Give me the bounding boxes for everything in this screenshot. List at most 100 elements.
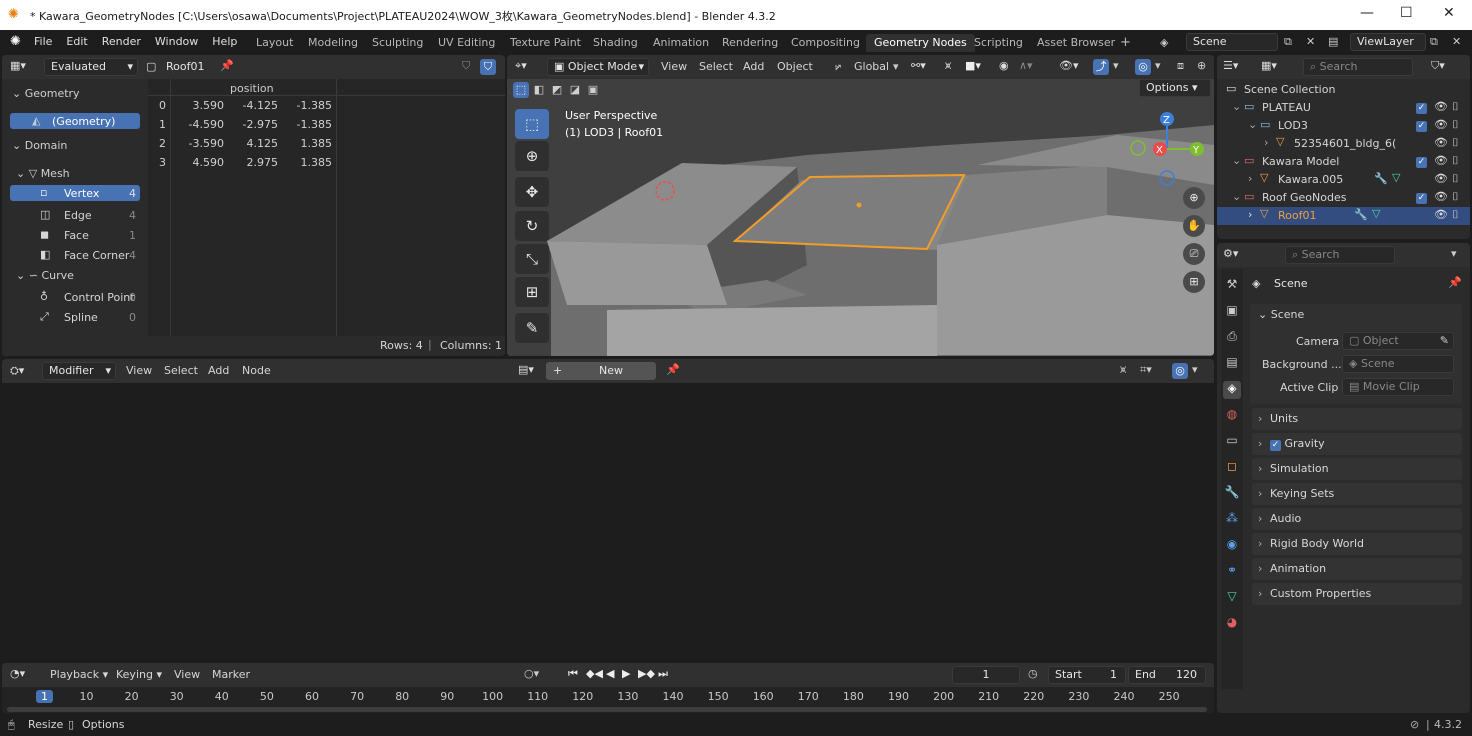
select-invert-icon[interactable]: ◪ — [567, 82, 583, 98]
domain-face[interactable]: ◼ Face 1 — [10, 227, 140, 243]
close-window-button[interactable]: ✕ — [1443, 5, 1455, 21]
outliner-item[interactable]: ⌄ ▭ Roof GeoNodes ✓ 👁 ⌷ — [1222, 189, 1470, 207]
constraints-tab-icon[interactable]: ⚭ — [1223, 563, 1241, 581]
eye-icon[interactable]: 👁 — [1434, 155, 1448, 167]
exclude-checkbox[interactable]: ✓ — [1416, 119, 1428, 132]
menu-help[interactable]: Help — [212, 35, 237, 48]
playback-menu[interactable]: Playback ▾ — [50, 668, 108, 681]
camera-icon[interactable]: ⌷ — [1452, 119, 1464, 131]
auto-keying-icon[interactable]: ○▾ — [524, 667, 539, 680]
menu-file[interactable]: File — [34, 35, 52, 48]
node-menu-node[interactable]: Node — [242, 364, 271, 377]
viewport-menu-view[interactable]: View — [661, 60, 687, 73]
world-tab-icon[interactable]: ◍ — [1223, 407, 1241, 425]
properties-options-icon[interactable]: ▾ — [1451, 247, 1457, 260]
viewport-menu-add[interactable]: Add — [743, 60, 764, 73]
node-snap-dropdown-icon[interactable]: ⌗▾ — [1140, 363, 1152, 377]
view-layer-icon[interactable]: ▤ — [1328, 35, 1338, 48]
domain-spline[interactable]: ⤢ Spline 0 — [10, 309, 140, 325]
outliner-filter-icon[interactable]: ⛉▾ — [1431, 59, 1445, 73]
timeline-menu-marker[interactable]: Marker — [212, 668, 250, 681]
node-group-browse-icon[interactable]: ▤▾ — [518, 363, 534, 376]
exclude-checkbox[interactable]: ✓ — [1416, 101, 1428, 114]
outliner-item[interactable]: › ▽ Kawara.005 🔧 ▽ 👁 ⌷ — [1222, 171, 1470, 189]
node-pin-icon[interactable]: 📌 — [666, 363, 680, 376]
camera-icon[interactable]: ⌷ — [1452, 209, 1464, 221]
outliner-search-input[interactable]: ⌕ Search — [1303, 58, 1413, 76]
tab-sculpting[interactable]: Sculpting — [364, 34, 431, 52]
camera-icon[interactable]: ⌷ — [1452, 155, 1464, 167]
tab-texture-paint[interactable]: Texture Paint — [502, 34, 589, 52]
zoom-icon[interactable]: ⊕ — [1183, 187, 1205, 209]
geometry-section[interactable]: ⌄ Geometry — [12, 87, 80, 100]
tool-tab-icon[interactable]: ⚒ — [1223, 277, 1241, 295]
tab-rendering[interactable]: Rendering — [714, 34, 786, 52]
properties-pin-icon[interactable]: 📌 — [1448, 276, 1462, 289]
outliner-scene-collection[interactable]: ▭ Scene Collection — [1222, 81, 1470, 99]
transform-tool[interactable]: ⊞ — [515, 277, 549, 307]
curve-group[interactable]: ⌄ ∽ Curve — [16, 269, 74, 282]
node-menu-select[interactable]: Select — [164, 364, 198, 377]
add-workspace-icon[interactable]: + — [1120, 35, 1131, 50]
eye-icon[interactable]: 👁 — [1434, 191, 1448, 203]
proportional-falloff-icon[interactable]: ∧▾ — [1019, 59, 1033, 72]
overlay-toggle-icon[interactable]: ◎ — [1135, 59, 1151, 75]
exclude-checkbox[interactable]: ✓ — [1416, 191, 1428, 204]
select-extend-icon[interactable]: ◧ — [531, 82, 547, 98]
tab-uv-editing[interactable]: UV Editing — [430, 34, 503, 52]
background-scene-field[interactable]: ◈ Scene — [1342, 355, 1454, 373]
node-menu-add[interactable]: Add — [208, 364, 229, 377]
gizmo-toggle-icon[interactable]: ⤴ — [1093, 59, 1109, 75]
rigid-body-world-panel[interactable]: › Rigid Body World — [1252, 533, 1462, 555]
snap-element-icon[interactable]: ■▾ — [965, 59, 981, 72]
collection-tab-icon[interactable]: ▭ — [1223, 433, 1241, 451]
preview-range-icon[interactable]: ◷ — [1028, 667, 1038, 680]
menu-edit[interactable]: Edit — [66, 35, 87, 48]
scene-tab-icon[interactable]: ◈ — [1223, 381, 1241, 399]
select-new-icon[interactable]: ⬚ — [513, 82, 529, 98]
audio-panel[interactable]: › Audio — [1252, 508, 1462, 530]
options-dropdown[interactable]: Options ▾ — [1139, 79, 1211, 97]
navigation-gizmo[interactable]: Z Y X — [1127, 109, 1207, 189]
end-frame-field[interactable]: End 120 — [1128, 666, 1206, 684]
tab-layout[interactable]: Layout — [248, 34, 301, 52]
node-menu-view[interactable]: View — [126, 364, 152, 377]
scene-panel-header[interactable]: ⌄ Scene — [1258, 308, 1304, 321]
particles-tab-icon[interactable]: ⁂ — [1223, 511, 1241, 529]
node-snap-icon[interactable]: ⩙ — [1120, 363, 1126, 377]
domain-edge[interactable]: ◫ Edge 4 — [10, 207, 140, 223]
domain-control-point[interactable]: ♁ Control Point 0 — [10, 289, 140, 305]
gravity-checkbox[interactable]: ✓ — [1270, 440, 1281, 451]
camera-icon[interactable]: ⌷ — [1452, 173, 1464, 185]
menu-render[interactable]: Render — [102, 35, 141, 48]
pan-hand-icon[interactable]: ✋ — [1183, 215, 1205, 237]
eye-icon[interactable]: 👁 — [1434, 209, 1448, 221]
view-layer-tab-icon[interactable]: ▤ — [1223, 355, 1241, 373]
simulation-panel[interactable]: › Simulation — [1252, 458, 1462, 480]
minimize-button[interactable]: — — [1360, 5, 1374, 21]
remove-view-layer-icon[interactable]: ✕ — [1452, 35, 1461, 48]
camera-view-icon[interactable]: ⎚ — [1183, 243, 1205, 265]
current-frame-field[interactable]: 1 — [952, 666, 1020, 684]
tab-compositing[interactable]: Compositing — [783, 34, 868, 52]
remove-scene-icon[interactable]: ✕ — [1306, 35, 1315, 48]
new-scene-icon[interactable]: ⧉ — [1284, 35, 1292, 49]
gravity-panel[interactable]: › ✓ Gravity — [1252, 433, 1462, 455]
menu-window[interactable]: Window — [155, 35, 198, 48]
timeline-type-icon[interactable]: ◔▾ — [10, 667, 25, 680]
modifier-tab-icon[interactable]: 🔧 — [1223, 485, 1241, 503]
domain-vertex[interactable]: ▫ Vertex 4 — [10, 185, 140, 201]
object-mode-dropdown[interactable]: ▣ Object Mode ▾ — [547, 58, 649, 76]
view-layer-field[interactable]: ViewLayer — [1350, 33, 1426, 51]
scene-field[interactable]: Scene — [1186, 33, 1278, 51]
new-node-group-button[interactable]: + New — [546, 362, 656, 380]
start-frame-field[interactable]: Start 1 — [1048, 666, 1126, 684]
shading-wireframe-icon[interactable]: ⊕ — [1197, 59, 1206, 72]
rotate-tool[interactable]: ↻ — [515, 211, 549, 241]
viewport-editor-type-icon[interactable]: ⌖▾ — [515, 59, 527, 73]
xray-icon[interactable]: ⧈ — [1177, 59, 1184, 73]
jump-start-icon[interactable]: ⏮ — [568, 667, 578, 681]
gizmo-dropdown-icon[interactable]: ▾ — [1113, 59, 1119, 72]
camera-icon[interactable]: ⌷ — [1452, 137, 1464, 149]
maximize-button[interactable]: ☐ — [1400, 5, 1413, 21]
